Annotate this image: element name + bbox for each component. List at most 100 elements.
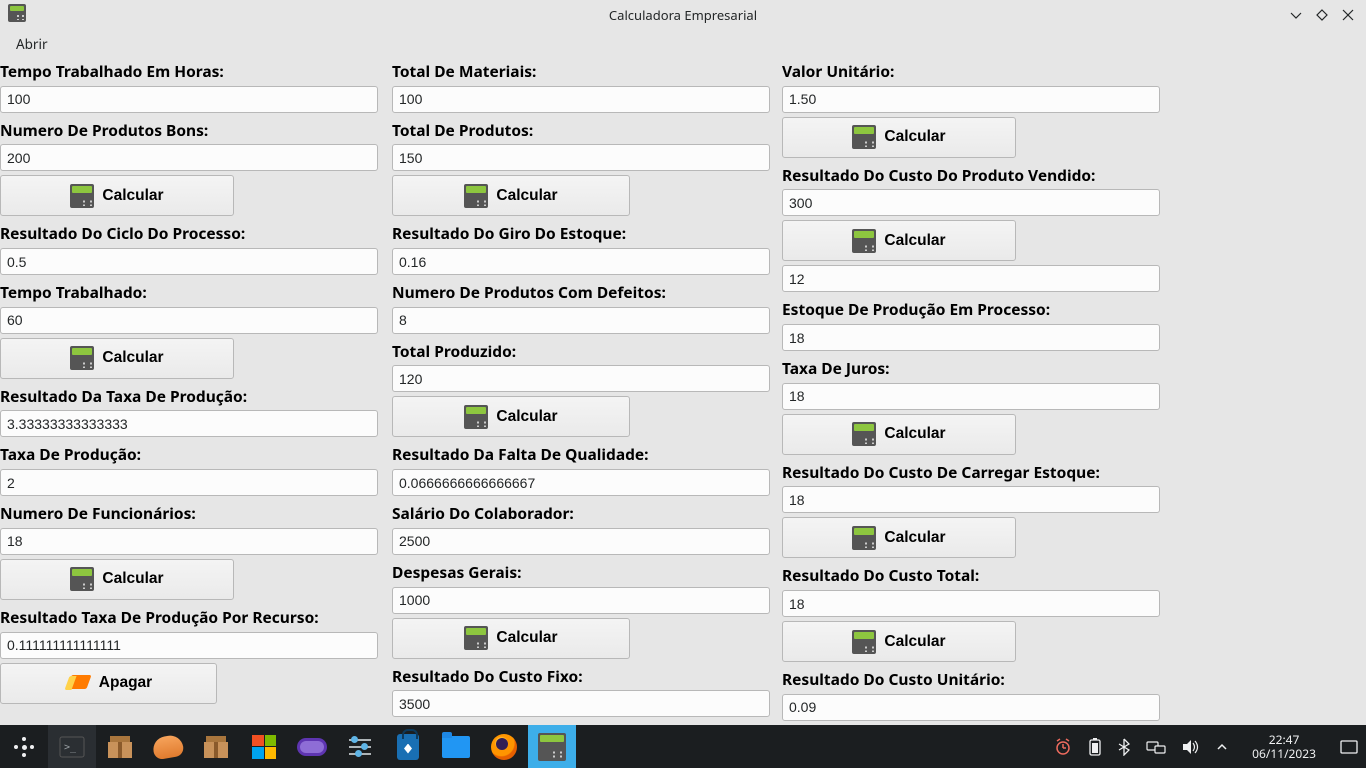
window-titlebar: Calculadora Empresarial <box>0 0 1366 30</box>
kde-logo-icon <box>13 736 35 758</box>
taskbar-ms[interactable] <box>240 725 288 768</box>
box-icon <box>202 736 230 758</box>
taskbar-clock[interactable]: 22:47 06/11/2023 <box>1244 733 1324 761</box>
menu-abrir[interactable]: Abrir <box>10 31 54 57</box>
calcular-giro-button[interactable]: Calcular <box>392 175 630 216</box>
taskbar-firefox[interactable] <box>480 725 528 768</box>
volume-icon[interactable] <box>1182 739 1200 755</box>
calcular-carregar-button[interactable]: Calcular <box>782 414 1016 455</box>
button-label: Apagar <box>99 674 152 692</box>
app-icon <box>8 4 26 26</box>
calculator-icon <box>464 626 488 650</box>
calculator-icon <box>852 229 876 253</box>
label-res-unit: Resultado Do Custo Unitário: <box>782 666 1170 694</box>
bluetooth-icon[interactable] <box>1118 738 1130 756</box>
system-tray: 22:47 06/11/2023 <box>1054 733 1366 761</box>
input-res-recurso[interactable] <box>0 632 378 659</box>
button-label: Calcular <box>884 529 945 547</box>
column-1: Tempo Trabalhado Em Horas: Numero De Pro… <box>0 58 390 725</box>
label-num-bons: Numero De Produtos Bons: <box>0 117 390 145</box>
network-icon[interactable] <box>1146 739 1166 755</box>
input-valor-unit[interactable] <box>782 86 1160 113</box>
input-despesas[interactable] <box>392 587 770 614</box>
label-res-fixo: Resultado Do Custo Fixo: <box>392 663 780 691</box>
maximize-icon[interactable] <box>1316 9 1328 21</box>
input-res-ciclo[interactable] <box>0 248 378 275</box>
show-desktop-icon[interactable] <box>1340 740 1358 754</box>
input-num-func[interactable] <box>0 528 378 555</box>
close-icon[interactable] <box>1342 9 1354 21</box>
tray-chevron-icon[interactable] <box>1216 741 1228 753</box>
label-tempo-horas: Tempo Trabalhado Em Horas: <box>0 58 390 86</box>
label-total-produzido: Total Produzido: <box>392 338 780 366</box>
calculator-icon <box>852 526 876 550</box>
input-res-fixo[interactable] <box>392 690 770 717</box>
label-res-vendido: Resultado Do Custo Do Produto Vendido: <box>782 162 1170 190</box>
button-label: Calcular <box>884 633 945 651</box>
input-taxa-prod[interactable] <box>0 469 378 496</box>
label-res-giro: Resultado Do Giro Do Estoque: <box>392 220 780 248</box>
input-estoque-proc[interactable] <box>782 324 1160 351</box>
input-res-carregar[interactable] <box>782 486 1160 513</box>
window-title: Calculadora Empresarial <box>609 6 757 24</box>
label-taxa-prod: Taxa De Produção: <box>0 441 390 469</box>
label-total-prod: Total De Produtos: <box>392 117 780 145</box>
taskbar-emu[interactable] <box>288 725 336 768</box>
input-total-mat[interactable] <box>392 86 770 113</box>
input-res-vendido[interactable] <box>782 189 1160 216</box>
calculator-icon <box>70 567 94 591</box>
button-label: Calcular <box>884 128 945 146</box>
input-salario[interactable] <box>392 528 770 555</box>
input-res-taxa[interactable] <box>0 410 378 437</box>
label-taxa-juros: Taxa De Juros: <box>782 355 1170 383</box>
taskbar-sliders[interactable] <box>336 725 384 768</box>
taskbar-croissant[interactable] <box>144 725 192 768</box>
input-tempo-horas[interactable] <box>0 86 378 113</box>
calcular-taxa-button[interactable]: Calcular <box>0 338 234 379</box>
battery-icon[interactable] <box>1088 737 1102 757</box>
input-total-prod[interactable] <box>392 144 770 171</box>
input-res-qualidade[interactable] <box>392 469 770 496</box>
firefox-icon <box>491 734 517 760</box>
calcular-unit-button[interactable]: Calcular <box>782 621 1016 662</box>
apagar-button[interactable]: Apagar <box>0 663 217 704</box>
calcular-total-button[interactable]: Calcular <box>782 517 1016 558</box>
taskbar-box1[interactable] <box>96 725 144 768</box>
label-res-qualidade: Resultado Da Falta De Qualidade: <box>392 441 780 469</box>
taskbar-store[interactable] <box>384 725 432 768</box>
button-label: Calcular <box>496 408 557 426</box>
input-res-total[interactable] <box>782 590 1160 617</box>
calcular-fixo-button[interactable]: Calcular <box>392 618 630 659</box>
terminal-icon: >_ <box>59 736 85 758</box>
label-res-taxa: Resultado Da Taxa De Produção: <box>0 383 390 411</box>
label-num-def: Numero De Produtos Com Defeitos: <box>392 279 780 307</box>
calcular-ciclo-button[interactable]: Calcular <box>0 175 234 216</box>
input-tempo-trab[interactable] <box>0 307 378 334</box>
input-taxa-juros[interactable] <box>782 383 1160 410</box>
taskbar-files[interactable] <box>432 725 480 768</box>
calcular-vendido-button[interactable]: Calcular <box>782 117 1016 158</box>
label-res-carregar: Resultado Do Custo De Carregar Estoque: <box>782 459 1170 487</box>
minimize-icon[interactable] <box>1290 9 1302 21</box>
input-res-unit[interactable] <box>782 694 1160 721</box>
taskbar-box2[interactable] <box>192 725 240 768</box>
calcular-recurso-button[interactable]: Calcular <box>0 559 234 600</box>
calcular-qualidade-button[interactable]: Calcular <box>392 396 630 437</box>
input-res-giro[interactable] <box>392 248 770 275</box>
taskbar-calculator[interactable] <box>528 725 576 768</box>
input-num-def[interactable] <box>392 307 770 334</box>
label-despesas: Despesas Gerais: <box>392 559 780 587</box>
taskbar-terminal[interactable]: >_ <box>48 725 96 768</box>
column-3: Valor Unitário: Calcular Resultado Do Cu… <box>782 58 1170 725</box>
input-unnamed[interactable] <box>782 265 1160 292</box>
calcular-unnamed-button[interactable]: Calcular <box>782 220 1016 261</box>
app-launcher[interactable] <box>0 725 48 768</box>
input-num-bons[interactable] <box>0 144 378 171</box>
taskbar-left: >_ <box>0 725 576 768</box>
input-total-produzido[interactable] <box>392 365 770 392</box>
calculator-icon <box>852 125 876 149</box>
box-icon <box>106 736 134 758</box>
label-estoque-proc: Estoque De Produção Em Processo: <box>782 296 1170 324</box>
calculator-icon <box>464 405 488 429</box>
alarm-icon[interactable] <box>1054 738 1072 756</box>
